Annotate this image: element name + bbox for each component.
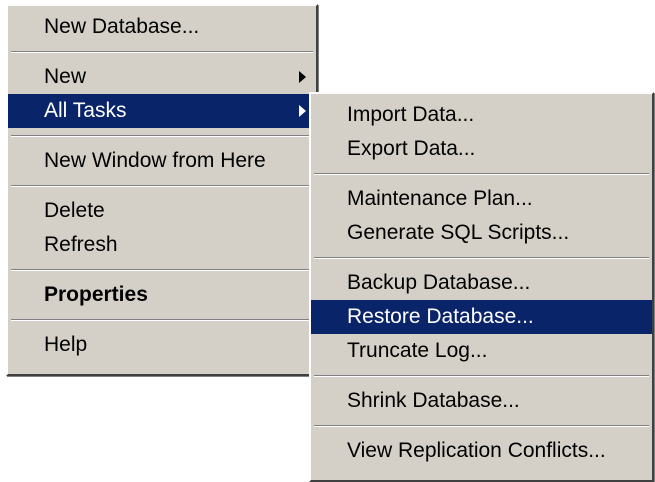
menu-item-new[interactable]: New	[8, 60, 316, 94]
menu-separator	[314, 257, 649, 259]
context-menu: New Database... New All Tasks New Window…	[6, 4, 318, 376]
menu-item-export-data[interactable]: Export Data...	[311, 132, 652, 166]
menu-item-refresh[interactable]: Refresh	[8, 228, 316, 262]
menu-item-properties[interactable]: Properties	[8, 278, 316, 312]
all-tasks-submenu: Import Data... Export Data... Maintenanc…	[309, 92, 654, 482]
menu-item-all-tasks[interactable]: All Tasks	[8, 94, 316, 128]
menu-item-label: All Tasks	[44, 99, 127, 122]
menu-item-generate-sql-scripts[interactable]: Generate SQL Scripts...	[311, 216, 652, 250]
menu-item-backup-database[interactable]: Backup Database...	[311, 266, 652, 300]
menu-item-truncate-log[interactable]: Truncate Log...	[311, 334, 652, 368]
menu-separator	[314, 173, 649, 175]
menu-item-new-database[interactable]: New Database...	[8, 10, 316, 44]
menu-separator	[11, 185, 313, 187]
menu-separator	[11, 51, 313, 53]
menu-item-new-window-from-here[interactable]: New Window from Here	[8, 144, 316, 178]
menu-item-shrink-database[interactable]: Shrink Database...	[311, 384, 652, 418]
menu-item-maintenance-plan[interactable]: Maintenance Plan...	[311, 182, 652, 216]
menu-item-delete[interactable]: Delete	[8, 194, 316, 228]
submenu-arrow-icon	[299, 105, 306, 117]
menu-item-help[interactable]: Help	[8, 328, 316, 362]
menu-separator	[11, 319, 313, 321]
menu-separator	[314, 375, 649, 377]
submenu-arrow-icon	[299, 71, 306, 83]
menu-item-restore-database[interactable]: Restore Database...	[311, 300, 652, 334]
menu-item-import-data[interactable]: Import Data...	[311, 98, 652, 132]
menu-separator	[11, 135, 313, 137]
menu-separator	[314, 425, 649, 427]
menu-item-view-replication-conflicts[interactable]: View Replication Conflicts...	[311, 434, 652, 468]
menu-item-label: New	[44, 65, 87, 88]
menu-separator	[11, 269, 313, 271]
